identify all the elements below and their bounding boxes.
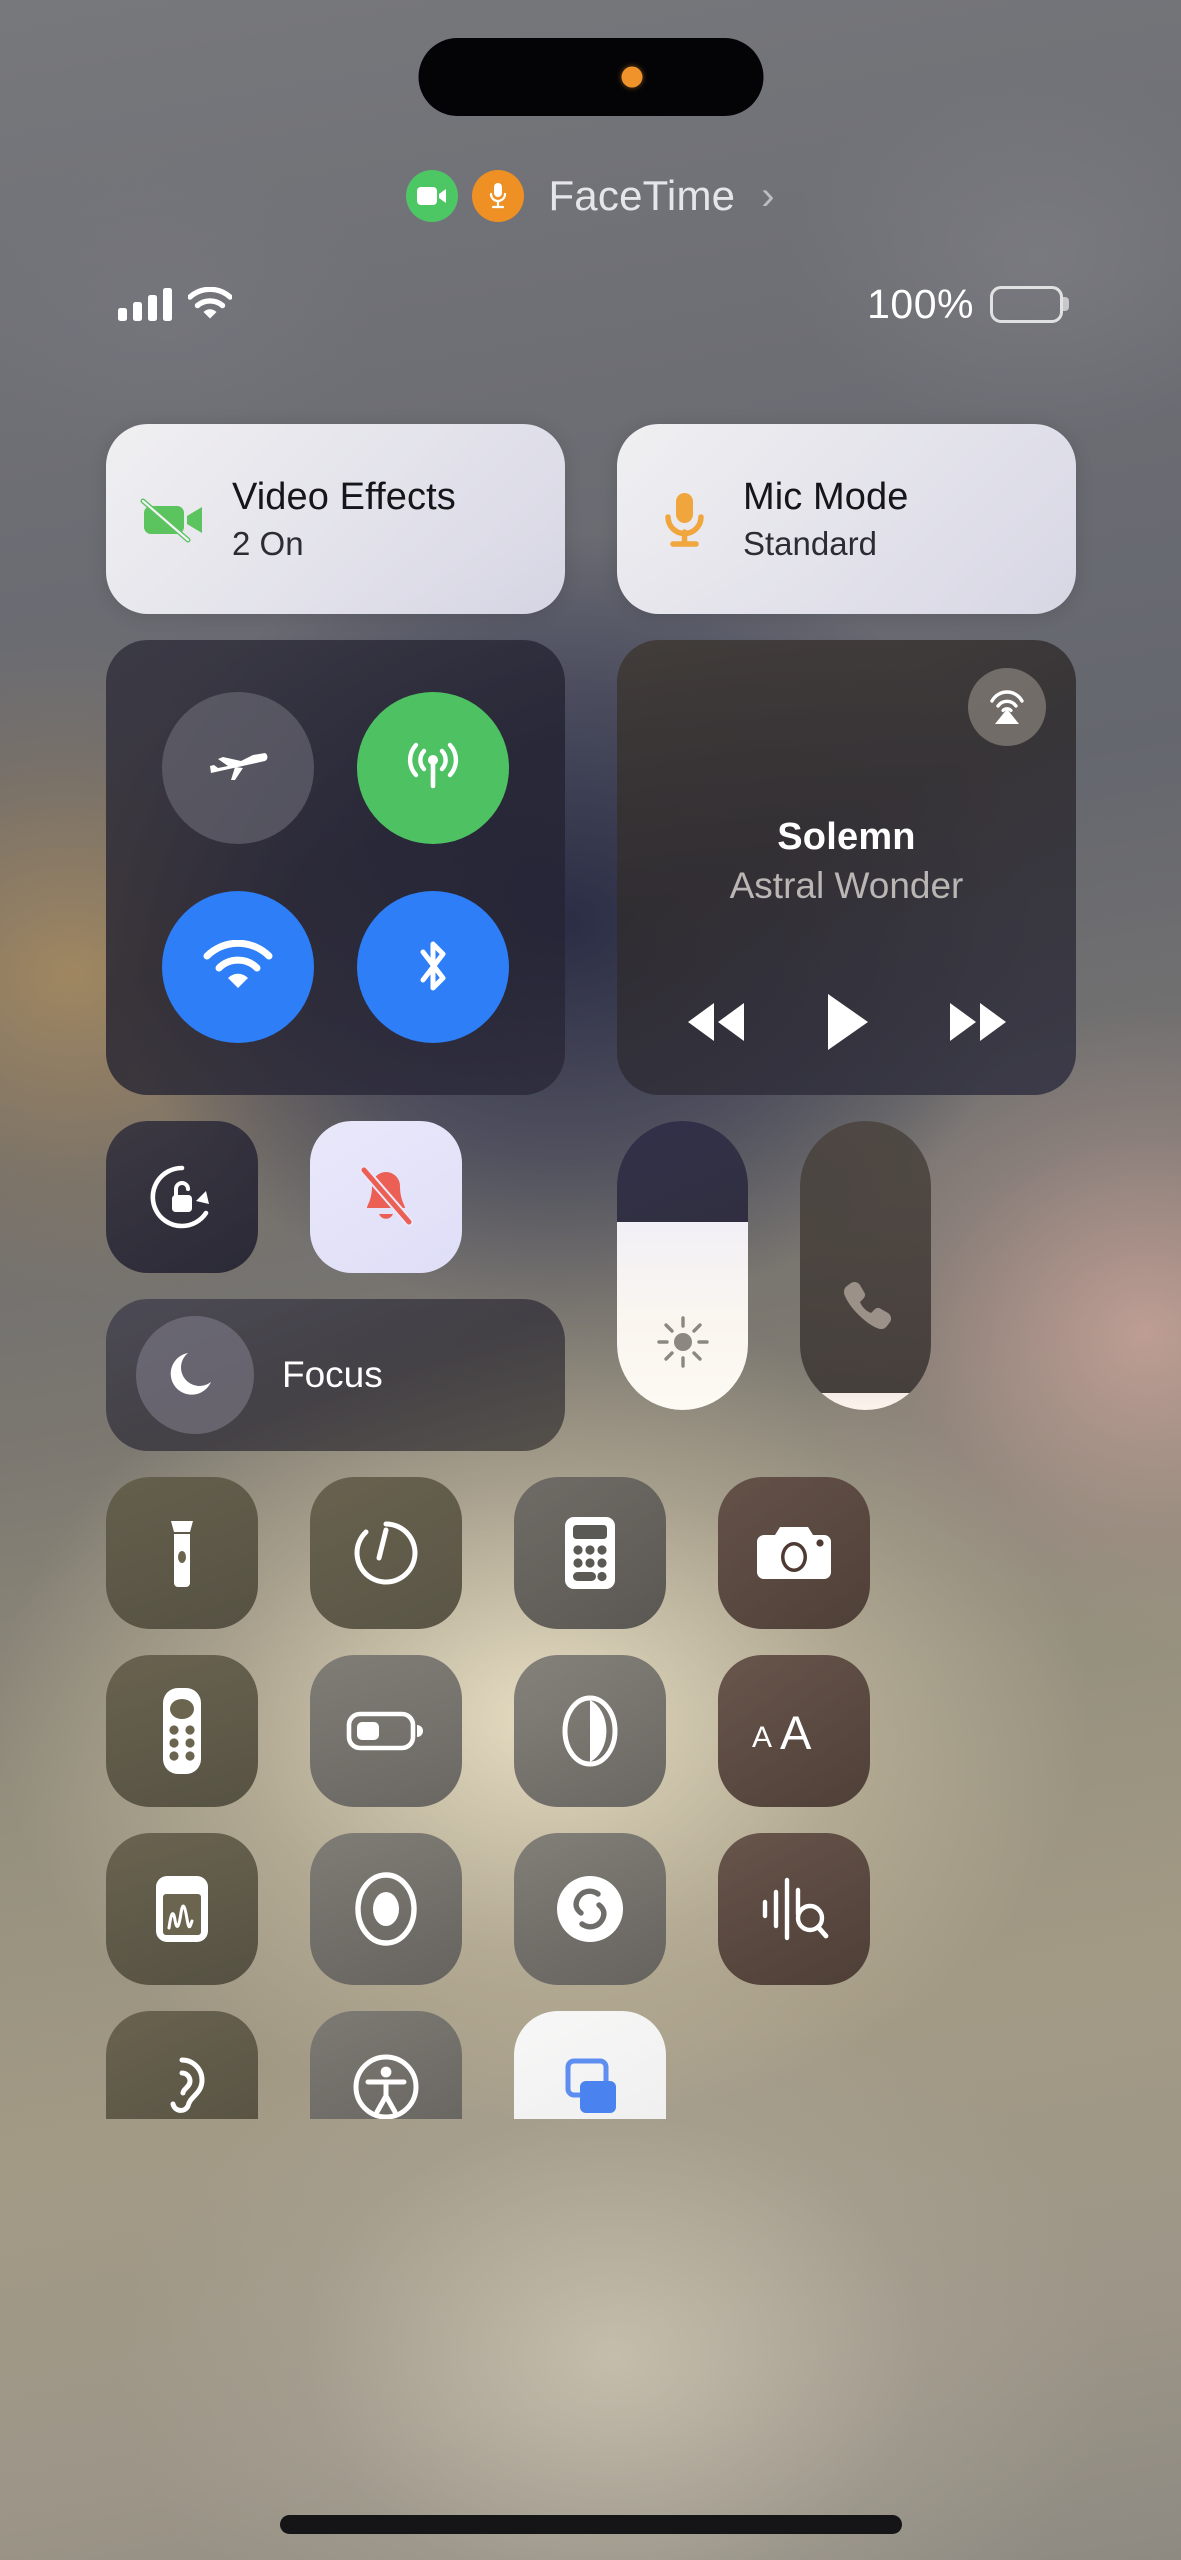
fast-forward-icon[interactable] bbox=[946, 999, 1010, 1045]
crescent-moon-icon bbox=[136, 1316, 254, 1434]
mic-mode-card[interactable]: Mic Mode Standard bbox=[617, 424, 1076, 614]
silent-mode-toggle[interactable] bbox=[310, 1121, 462, 1273]
control-center-screen: FaceTime › 100% Video Effects 2 On Mic M… bbox=[0, 0, 1181, 2560]
timer-tile[interactable] bbox=[310, 1477, 462, 1629]
track-title: Solemn bbox=[777, 816, 916, 858]
video-effects-subtitle: 2 On bbox=[232, 524, 304, 562]
connectivity-media-row: Solemn Astral Wonder bbox=[106, 640, 1076, 1095]
mic-mode-text: Mic Mode Standard bbox=[743, 476, 909, 563]
dark-mode-tile[interactable] bbox=[514, 1655, 666, 1807]
screen-recording-tile[interactable] bbox=[310, 1833, 462, 1985]
connectivity-module bbox=[106, 640, 565, 1095]
focus-label: Focus bbox=[282, 1354, 383, 1395]
utility-row-2: A A bbox=[106, 1655, 1076, 1807]
cellular-data-toggle[interactable] bbox=[357, 691, 510, 844]
facetime-app-label: FaceTime bbox=[548, 172, 736, 219]
volume-slider[interactable] bbox=[800, 1121, 931, 1410]
playback-controls bbox=[617, 991, 1076, 1053]
quick-note-tile[interactable] bbox=[106, 1833, 258, 1985]
apple-tv-remote-tile[interactable] bbox=[106, 1655, 258, 1807]
left-toggle-column: Focus bbox=[106, 1121, 565, 1451]
svg-text:A: A bbox=[780, 1706, 812, 1759]
video-effects-title: Video Effects bbox=[232, 475, 456, 518]
video-camera-slash-icon bbox=[140, 495, 206, 543]
low-power-mode-tile[interactable] bbox=[310, 1655, 462, 1807]
wifi-icon bbox=[188, 287, 232, 321]
toggles-sliders-row: Focus bbox=[106, 1121, 1076, 1451]
microphone-in-use-dot bbox=[621, 66, 643, 88]
battery-percent-label: 100% bbox=[867, 280, 974, 327]
battery-full-icon bbox=[990, 285, 1069, 323]
brightness-slider[interactable] bbox=[617, 1121, 748, 1410]
quick-toggle-pair bbox=[106, 1121, 565, 1273]
airplay-audio-icon[interactable] bbox=[968, 668, 1046, 746]
utility-row-1 bbox=[106, 1477, 1076, 1629]
hearing-tile[interactable] bbox=[106, 2011, 258, 2119]
control-center-grid: Video Effects 2 On Mic Mode Standard Sol… bbox=[106, 424, 1076, 2119]
microphone-icon bbox=[472, 170, 525, 222]
rotation-lock-toggle[interactable] bbox=[106, 1121, 258, 1273]
video-effects-text: Video Effects 2 On bbox=[232, 476, 456, 563]
wifi-toggle[interactable] bbox=[161, 891, 314, 1044]
home-indicator[interactable] bbox=[279, 2515, 902, 2534]
play-icon[interactable] bbox=[822, 991, 872, 1053]
accessibility-shortcuts-tile[interactable] bbox=[310, 2011, 462, 2119]
flashlight-tile[interactable] bbox=[106, 1477, 258, 1629]
chevron-right-icon[interactable]: › bbox=[761, 174, 774, 219]
guided-access-tile[interactable] bbox=[514, 2011, 666, 2119]
status-bar-right: 100% bbox=[867, 280, 1069, 328]
slider-column bbox=[617, 1121, 931, 1410]
airplane-mode-toggle[interactable] bbox=[161, 691, 314, 844]
microphone-icon bbox=[651, 488, 717, 550]
now-playing-metadata: Solemn Astral Wonder bbox=[617, 816, 1076, 907]
mic-mode-title: Mic Mode bbox=[743, 475, 909, 518]
sun-icon bbox=[617, 1314, 748, 1370]
phone-handset-icon bbox=[800, 1274, 931, 1332]
dynamic-island bbox=[418, 38, 763, 116]
svg-text:A: A bbox=[752, 1721, 772, 1754]
mic-mode-subtitle: Standard bbox=[743, 524, 877, 562]
video-camera-icon bbox=[406, 170, 459, 222]
video-effects-card[interactable]: Video Effects 2 On bbox=[106, 424, 565, 614]
shazam-tile[interactable] bbox=[514, 1833, 666, 1985]
camera-tile[interactable] bbox=[718, 1477, 870, 1629]
sound-recognition-tile[interactable] bbox=[718, 1833, 870, 1985]
utility-row-4-partial bbox=[106, 2011, 1076, 2119]
cellular-bars-icon bbox=[118, 287, 172, 321]
now-playing-module[interactable]: Solemn Astral Wonder bbox=[617, 640, 1076, 1095]
focus-module[interactable]: Focus bbox=[106, 1299, 565, 1451]
status-bar-left bbox=[118, 287, 232, 321]
utility-row-3 bbox=[106, 1833, 1076, 1985]
battery-nub bbox=[1063, 297, 1069, 311]
volume-fill bbox=[800, 1392, 931, 1410]
bluetooth-toggle[interactable] bbox=[357, 891, 510, 1044]
call-controls-row: Video Effects 2 On Mic Mode Standard bbox=[106, 424, 1076, 614]
facetime-call-banner[interactable]: FaceTime › bbox=[0, 170, 1181, 222]
rewind-icon[interactable] bbox=[684, 999, 748, 1045]
track-artist: Astral Wonder bbox=[729, 865, 964, 906]
calculator-tile[interactable] bbox=[514, 1477, 666, 1629]
status-bar: 100% bbox=[0, 278, 1181, 330]
text-size-tile[interactable]: A A bbox=[718, 1655, 870, 1807]
